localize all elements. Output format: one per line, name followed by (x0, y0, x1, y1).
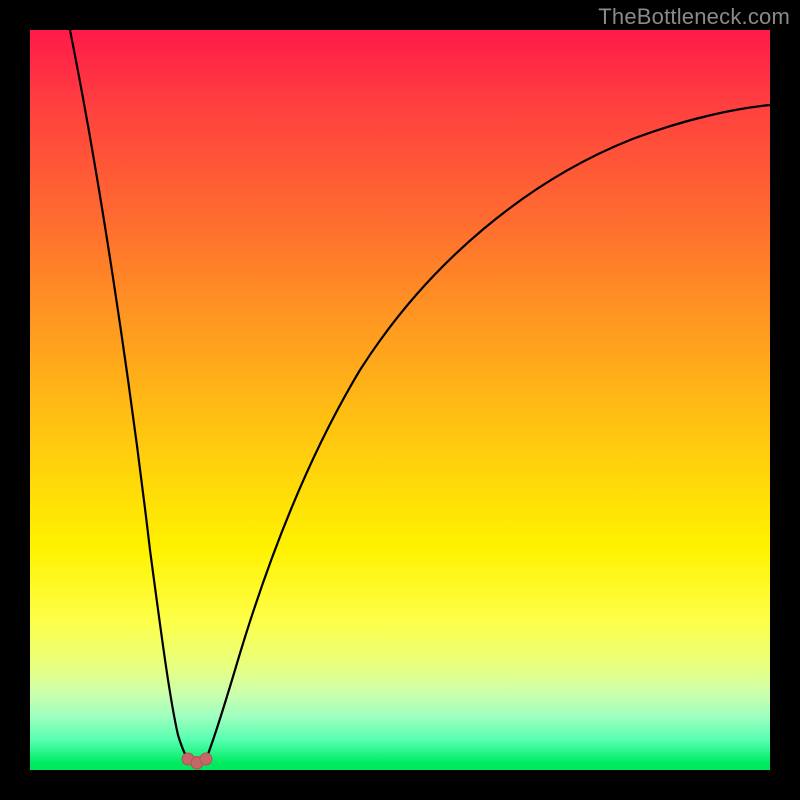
plot-area (30, 30, 770, 770)
chart-frame: TheBottleneck.com (0, 0, 800, 800)
chart-svg (30, 30, 770, 770)
curve-right-branch (206, 105, 770, 759)
marker-point-right (200, 753, 212, 765)
curve-left-branch (70, 30, 188, 759)
watermark-text: TheBottleneck.com (598, 4, 790, 30)
